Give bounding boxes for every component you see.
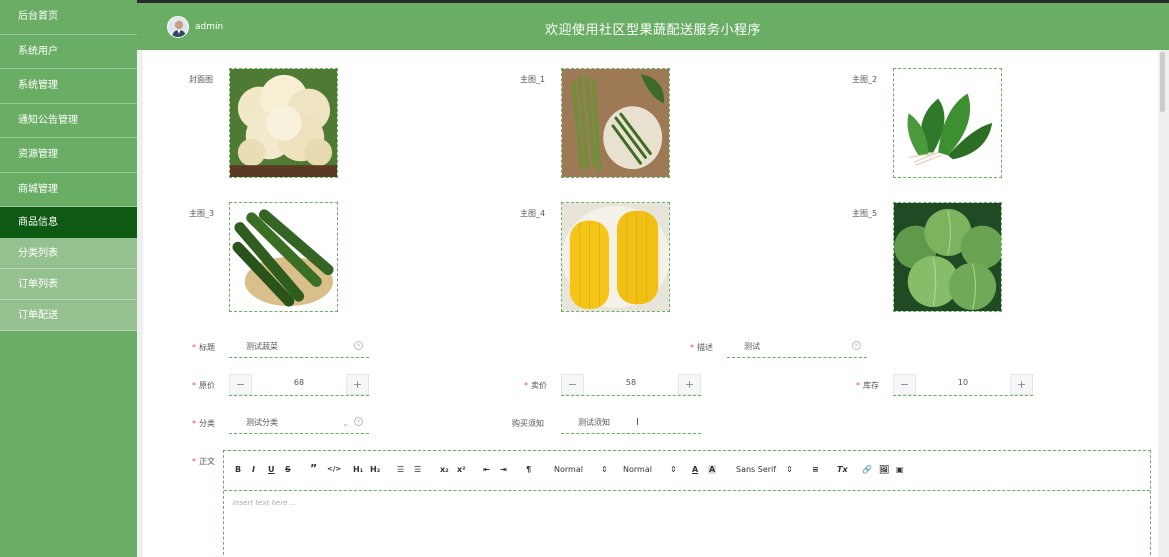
app-title: 欢迎使用社区型果蔬配送服务小程序 xyxy=(544,23,761,38)
image-label-main-4: 主图_4 xyxy=(520,209,546,218)
video-button[interactable]: ▣ xyxy=(896,465,904,474)
size-select-value: Normal xyxy=(554,465,583,474)
background-color-button[interactable]: A xyxy=(708,465,717,474)
image-label-main-1: 主图_1 xyxy=(520,75,546,84)
size-select[interactable]: Normal ⇕ xyxy=(554,465,608,474)
description-label: * 描述 xyxy=(690,343,713,352)
header-select[interactable]: Normal ⇕ xyxy=(623,465,677,474)
sidebar-item-resource-management[interactable]: 资源管理 xyxy=(0,138,137,173)
category-select[interactable]: 测试分类 ⌄ × xyxy=(229,414,369,434)
subscript-button[interactable]: x₂ xyxy=(440,465,449,474)
main-image-4-corn[interactable] xyxy=(561,202,670,312)
category-label: * 分类 xyxy=(192,419,215,428)
cover-image-cauliflower[interactable] xyxy=(229,68,338,178)
select-arrow-icon: ⇕ xyxy=(669,465,677,474)
purchase-notice-input[interactable]: 测试须知 I xyxy=(561,414,701,434)
increment-button[interactable]: + xyxy=(678,374,701,395)
sidebar: 后台首页 系统用户 系统管理 通知公告管理 资源管理 商城管理 商品信息 分类列… xyxy=(0,0,137,557)
header-2-button[interactable]: H₂ xyxy=(370,465,380,474)
blockquote-button[interactable]: ” xyxy=(310,462,317,475)
decrement-button[interactable]: − xyxy=(229,374,252,395)
sale-price-stepper[interactable]: − 58 + xyxy=(561,374,701,396)
strike-button[interactable]: S xyxy=(285,465,291,474)
original-price-stepper[interactable]: − 68 + xyxy=(229,374,369,396)
superscript-button[interactable]: x² xyxy=(457,465,466,474)
increment-button[interactable]: + xyxy=(1010,374,1033,395)
text-color-button[interactable]: A xyxy=(692,465,698,474)
font-select-value: Sans Serif xyxy=(736,465,777,474)
spinach-picture xyxy=(894,69,1001,177)
sidebar-item-system-users[interactable]: 系统用户 xyxy=(0,35,137,69)
main-image-3-cucumber[interactable] xyxy=(229,202,338,312)
image-label-main-2: 主图_2 xyxy=(852,75,878,84)
main-image-1-asparagus[interactable] xyxy=(561,68,670,178)
sale-price-label: * 卖价 xyxy=(524,381,547,390)
stock-label: * 库存 xyxy=(856,381,879,390)
corn-picture xyxy=(562,203,669,311)
italic-button[interactable]: I xyxy=(252,465,255,474)
sidebar-item-product-info[interactable]: 商品信息 xyxy=(0,207,137,238)
body-label: * 正文 xyxy=(192,457,215,466)
purchase-notice-label: 购买须知 xyxy=(512,419,544,428)
select-arrow-icon: ⇕ xyxy=(786,465,793,474)
purchase-notice-value: 测试须知 xyxy=(578,418,610,427)
ordered-list-button[interactable]: ☰ xyxy=(397,465,404,474)
editor-toolbar: B I U S ” </> H₁ H₂ ☰ ☰ x₂ x² ⇤ ⇥ ¶ Norm… xyxy=(224,451,1150,491)
sidebar-subitem-category-list[interactable]: 分类列表 xyxy=(0,238,137,269)
link-button[interactable]: 🔗 xyxy=(862,465,872,474)
font-select[interactable]: Sans Serif ⇕ xyxy=(736,465,793,474)
top-header: admin 欢迎使用社区型果蔬配送服务小程序 xyxy=(137,0,1169,50)
category-value: 测试分类 xyxy=(246,418,278,427)
sidebar-item-notice-management[interactable]: 通知公告管理 xyxy=(0,104,137,138)
image-label-cover: 封面图 xyxy=(189,75,213,84)
chevron-down-icon[interactable]: ⌄ xyxy=(342,415,349,433)
title-input[interactable]: 测试蔬菜 × xyxy=(229,338,369,358)
sidebar-item-system-management[interactable]: 系统管理 xyxy=(0,69,137,104)
clear-icon[interactable]: × xyxy=(852,341,861,350)
align-button[interactable]: ≡ xyxy=(812,465,819,474)
clean-format-button[interactable]: Tx xyxy=(837,465,848,474)
editor-placeholder[interactable]: Insert text here ... xyxy=(233,499,296,507)
select-arrow-icon: ⇕ xyxy=(600,465,608,474)
outdent-button[interactable]: ⇤ xyxy=(483,465,490,474)
bold-button[interactable]: B xyxy=(235,465,241,474)
clear-icon[interactable]: × xyxy=(354,417,363,426)
image-button[interactable]: 🖼 xyxy=(879,465,889,474)
stock-value[interactable]: 10 xyxy=(916,378,1010,387)
text-cursor-icon: I xyxy=(636,417,639,428)
image-label-main-3: 主图_3 xyxy=(189,209,215,218)
title-label: * 标题 xyxy=(192,343,215,352)
sidebar-subitem-order-list[interactable]: 订单列表 xyxy=(0,269,137,300)
scrollbar[interactable] xyxy=(1160,52,1165,112)
cauliflower-picture xyxy=(230,69,337,177)
cabbage-picture xyxy=(894,203,1001,311)
underline-button[interactable]: U xyxy=(268,465,275,474)
image-label-main-5: 主图_5 xyxy=(852,209,878,218)
cucumber-picture xyxy=(230,203,337,311)
asparagus-picture xyxy=(562,69,669,177)
sidebar-subitem-order-delivery[interactable]: 订单配送 xyxy=(0,300,137,331)
rich-text-editor[interactable]: B I U S ” </> H₁ H₂ ☰ ☰ x₂ x² ⇤ ⇥ ¶ Norm… xyxy=(223,450,1151,557)
main-image-5-cabbage[interactable] xyxy=(893,202,1002,312)
original-price-label: * 原价 xyxy=(192,381,215,390)
description-input[interactable]: 测试 × xyxy=(727,338,867,358)
sidebar-item-home[interactable]: 后台首页 xyxy=(0,0,137,35)
original-price-value[interactable]: 68 xyxy=(252,378,346,387)
sidebar-item-mall-management[interactable]: 商城管理 xyxy=(0,173,137,207)
main-image-2-spinach[interactable] xyxy=(893,68,1002,178)
indent-button[interactable]: ⇥ xyxy=(500,465,507,474)
header-1-button[interactable]: H₁ xyxy=(353,465,363,474)
stock-stepper[interactable]: − 10 + xyxy=(893,374,1033,396)
sale-price-value[interactable]: 58 xyxy=(584,378,678,387)
clear-icon[interactable]: × xyxy=(354,341,363,350)
decrement-button[interactable]: − xyxy=(893,374,916,395)
bullet-list-button[interactable]: ☰ xyxy=(414,465,421,474)
text-direction-button[interactable]: ¶ xyxy=(526,465,531,474)
description-value: 测试 xyxy=(744,342,760,351)
code-button[interactable]: </> xyxy=(327,465,341,473)
increment-button[interactable]: + xyxy=(346,374,369,395)
title-value: 测试蔬菜 xyxy=(246,342,278,351)
decrement-button[interactable]: − xyxy=(561,374,584,395)
header-select-value: Normal xyxy=(623,465,652,474)
